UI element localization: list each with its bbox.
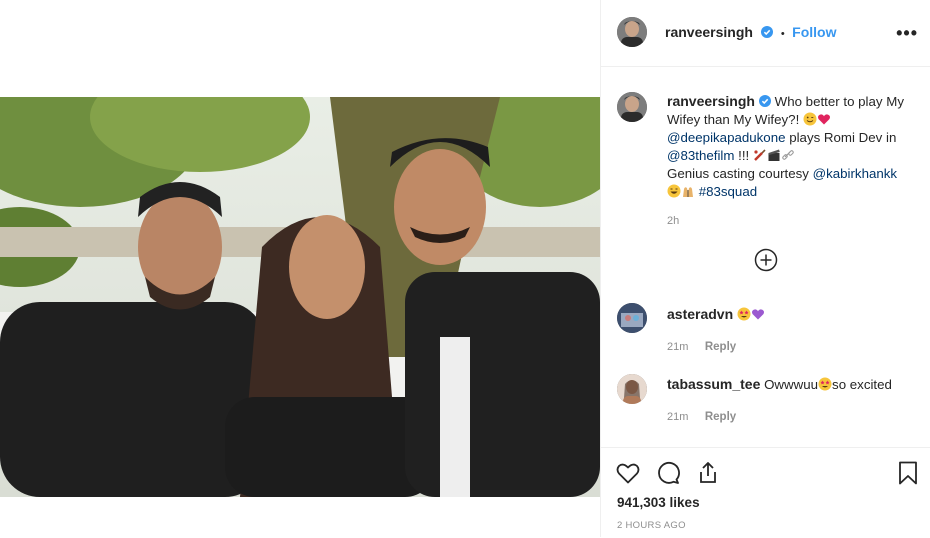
cricket-bat-emoji-icon bbox=[754, 149, 766, 161]
comment-time[interactable]: 21m bbox=[667, 341, 688, 353]
star-struck-emoji-icon bbox=[737, 307, 751, 321]
post-caption: ranveersingh Who better to play My Wifey… bbox=[667, 92, 917, 201]
post-media-area bbox=[0, 0, 600, 537]
post-header: ranveersingh • Follow ••• bbox=[601, 0, 930, 67]
reply-button[interactable]: Reply bbox=[705, 411, 736, 423]
author-avatar[interactable] bbox=[617, 17, 647, 47]
reply-button[interactable]: Reply bbox=[705, 341, 736, 353]
caption-timestamp[interactable]: 2h bbox=[667, 215, 679, 227]
bookmark-icon[interactable] bbox=[895, 460, 921, 486]
commenter-avatar[interactable] bbox=[617, 374, 647, 404]
post-action-bar: 941,303 likes 2 HOURS AGO bbox=[601, 447, 930, 538]
purple-heart-emoji-icon bbox=[751, 309, 764, 320]
likes-count[interactable]: 941,303 likes bbox=[617, 495, 700, 510]
mention-deepikapadukone[interactable]: @deepikapadukone bbox=[667, 130, 786, 145]
mention-83thefilm[interactable]: @83thefilm bbox=[667, 148, 734, 163]
red-heart-emoji-icon bbox=[817, 114, 830, 125]
separator-dot: • bbox=[780, 28, 785, 40]
caption-author-avatar[interactable] bbox=[617, 92, 647, 122]
follow-button[interactable]: Follow bbox=[792, 24, 836, 40]
comment-item: asteradvn bbox=[667, 306, 765, 322]
comment-time[interactable]: 21m bbox=[667, 411, 688, 423]
heart-icon[interactable] bbox=[615, 460, 641, 486]
post-photo[interactable] bbox=[0, 97, 600, 497]
star-struck-emoji-icon bbox=[818, 377, 832, 391]
comment-item: tabassum_tee Owwwuu so excited bbox=[667, 376, 892, 392]
raising-hands-emoji-icon bbox=[683, 187, 693, 197]
comment-text-after: so excited bbox=[832, 377, 892, 392]
comment-meta: 21m Reply bbox=[667, 337, 736, 355]
hashtag-83squad[interactable]: #83squad bbox=[699, 184, 757, 199]
caption-username[interactable]: ranveersingh bbox=[667, 93, 755, 109]
commenter-avatar[interactable] bbox=[617, 303, 647, 333]
share-icon[interactable] bbox=[695, 460, 721, 486]
post-timestamp[interactable]: 2 HOURS AGO bbox=[617, 520, 686, 531]
more-options-icon[interactable]: ••• bbox=[896, 23, 918, 44]
post-sidebar: ranveersingh • Follow ••• ranveersingh W… bbox=[600, 0, 930, 537]
comment-username[interactable]: asteradvn bbox=[667, 306, 733, 322]
caption-text4: Genius casting courtesy bbox=[667, 166, 813, 181]
verified-badge-icon bbox=[761, 26, 774, 38]
link-emoji-icon bbox=[782, 150, 794, 160]
clapper-board-emoji-icon bbox=[768, 149, 780, 161]
post-photo-image bbox=[0, 97, 600, 497]
grinning-emoji-icon bbox=[667, 184, 681, 198]
load-more-comments-icon[interactable] bbox=[754, 248, 778, 272]
comment-text: Owwwuu bbox=[764, 377, 819, 392]
comment-username[interactable]: tabassum_tee bbox=[667, 376, 760, 392]
verified-badge-icon bbox=[758, 95, 771, 107]
author-username[interactable]: ranveersingh bbox=[665, 24, 753, 40]
caption-text2: plays Romi Dev in bbox=[785, 130, 897, 145]
mention-kabirkhankk[interactable]: @kabirkhankk bbox=[813, 166, 897, 181]
caption-text3: !!! bbox=[734, 148, 753, 163]
smile-emoji-icon bbox=[803, 112, 817, 126]
comment-icon[interactable] bbox=[655, 460, 681, 486]
header-user-line: ranveersingh • Follow bbox=[665, 24, 836, 42]
comment-meta: 21m Reply bbox=[667, 407, 736, 425]
